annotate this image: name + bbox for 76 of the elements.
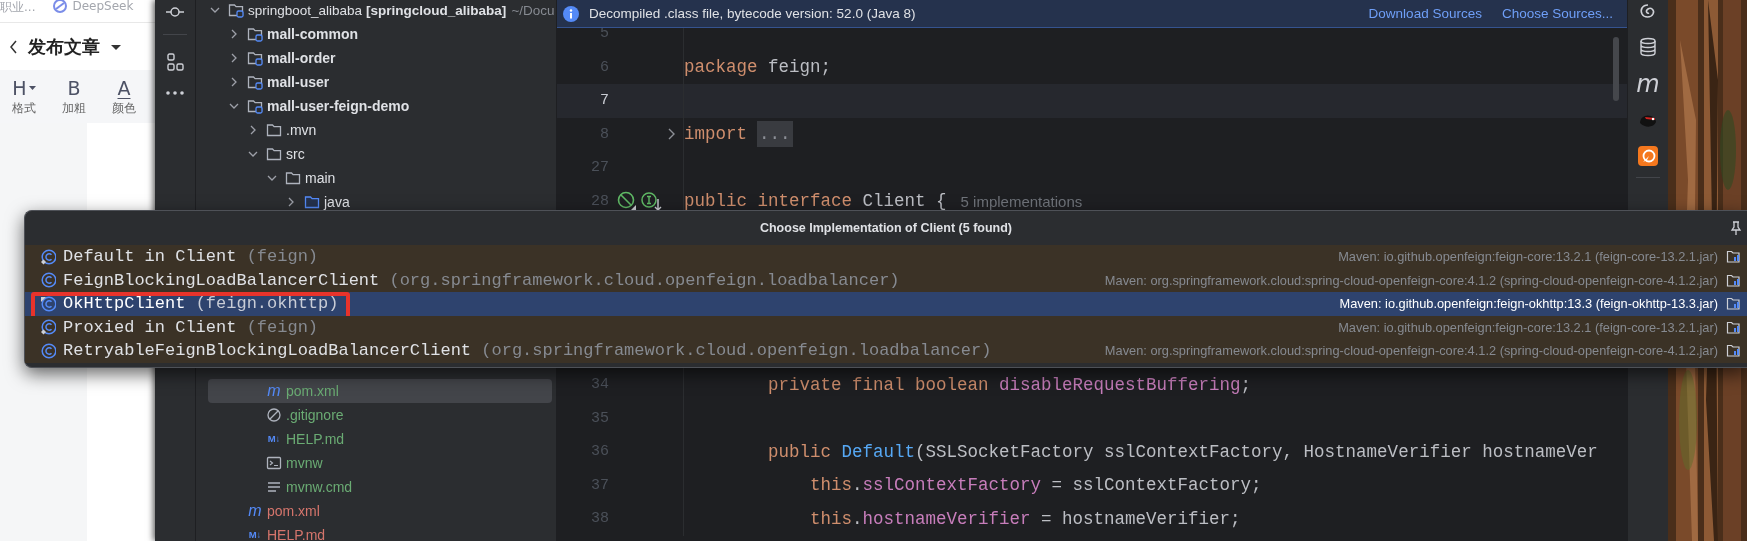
code-line: this.hostnameVerifier = hostnameVerifier; bbox=[809, 508, 1241, 529]
tree-item[interactable]: mvnw.cmd bbox=[208, 475, 552, 499]
more-icon[interactable] bbox=[165, 90, 185, 96]
tree-item[interactable]: m pom.xml bbox=[208, 499, 552, 523]
code-line: package feign; bbox=[684, 57, 832, 78]
tree-item[interactable]: src bbox=[208, 142, 552, 166]
page-title: 发布文章 bbox=[28, 34, 100, 59]
format-button[interactable]: B 加粗 bbox=[52, 70, 96, 123]
tree-item[interactable]: mvnw bbox=[208, 451, 552, 475]
caret-icon bbox=[28, 86, 36, 90]
structure-icon[interactable] bbox=[165, 53, 185, 72]
module-folder-icon bbox=[247, 50, 263, 66]
library-folder-icon[interactable] bbox=[1726, 249, 1741, 265]
tree-item[interactable]: m pom.xml bbox=[208, 379, 552, 403]
no-entry-icon[interactable] bbox=[617, 191, 637, 212]
file-type-icon: m bbox=[266, 383, 282, 399]
tree-item[interactable]: .gitignore bbox=[208, 403, 552, 427]
info-icon bbox=[563, 5, 579, 22]
library-folder-icon[interactable] bbox=[1726, 272, 1741, 288]
implementation-item[interactable]: FeignBlockingLoadBalancerClient (org.springframework.cloud.openfeign.loadbalancer) Maven: org.springframework.cloud:spring-cloud-openfeign-core:4.1.2 (spring-cloud-openfeign-core-4.1.2.jar) bbox=[25, 268, 1747, 292]
code-line: public interface Client { bbox=[684, 191, 947, 212]
module-folder-icon bbox=[247, 26, 263, 42]
module-folder-icon bbox=[247, 98, 263, 114]
class-icon bbox=[40, 342, 56, 359]
site-icon bbox=[53, 0, 68, 13]
line-number: 7 bbox=[599, 92, 609, 110]
banner-message: Decompiled .class file, bytecode version: 52.0 (Java 8) bbox=[589, 6, 917, 21]
tree-item[interactable]: M↓ HELP.md bbox=[208, 427, 552, 451]
format-button[interactable]: H 格式 bbox=[2, 70, 46, 123]
banner-link[interactable]: Download Sources bbox=[1368, 6, 1482, 21]
tree-item[interactable]: mall-user-feign-demo bbox=[208, 94, 552, 118]
text-lines-icon bbox=[266, 479, 282, 495]
popup-title: Choose Implementation of Client (5 found) bbox=[759, 221, 1013, 235]
class-icon bbox=[40, 319, 56, 336]
file-type-icon: M↓ bbox=[247, 527, 263, 541]
tree-item[interactable]: mall-user bbox=[208, 70, 552, 94]
folder-icon bbox=[266, 146, 282, 162]
implementation-item[interactable]: Proxied in Client (feign) Maven: io.github.openfeign:feign-core:13.2.1 (feign-core-13.2.1.jar) bbox=[25, 315, 1747, 339]
tree-item[interactable]: mall-order bbox=[208, 46, 552, 70]
class-icon bbox=[40, 272, 56, 289]
library-folder-icon[interactable] bbox=[1726, 319, 1741, 335]
tree-item[interactable]: M↓ HELP.md bbox=[208, 523, 552, 541]
tree-item[interactable]: java bbox=[208, 190, 552, 214]
app-launcher-icon[interactable] bbox=[1638, 146, 1658, 166]
pin-icon[interactable] bbox=[1729, 221, 1743, 236]
code-line: this.sslContextFactory = sslContextFactory; bbox=[809, 475, 1262, 496]
tool-window-button[interactable]: m bbox=[1636, 72, 1660, 96]
tree-item[interactable]: springboot_alibaba [springcloud_alibaba] ~/Docu bbox=[208, 0, 552, 22]
scrollbar[interactable] bbox=[1613, 37, 1619, 101]
database-icon[interactable] bbox=[1638, 37, 1658, 57]
slashed-circle-icon bbox=[266, 407, 282, 423]
implementation-item[interactable]: Default in Client (feign) Maven: io.github.openfeign:feign-core:13.2.1 (feign-core-13.2.1.jar) bbox=[25, 245, 1747, 269]
code-line: import ... bbox=[684, 124, 793, 145]
tree-item[interactable]: mall-common bbox=[208, 22, 552, 46]
class-icon bbox=[40, 295, 56, 312]
implementation-item[interactable]: OkHttpClient (feign.okhttp) Maven: io.github.openfeign:feign-okhttp:13.3 (feign-okhttp-13.3.jar) bbox=[25, 292, 1747, 316]
folder-icon bbox=[266, 122, 282, 138]
format-button[interactable]: A 颜色 bbox=[102, 70, 146, 123]
file-type-icon: M↓ bbox=[266, 431, 282, 447]
implementation-item[interactable]: RetryableFeignBlockingLoadBalancerClient (org.springframework.cloud.openfeign.loadbalancer) Maven: org.springframework.cloud:spring-cloud-openfeign-core:4.1.2 (spring-cloud-openfeign-core-4.1.2.jar) bbox=[25, 339, 1747, 363]
class-icon bbox=[40, 248, 56, 265]
back-icon[interactable] bbox=[8, 38, 18, 55]
terminal-icon bbox=[266, 455, 282, 471]
tree-item[interactable]: .mvn bbox=[208, 118, 552, 142]
banner-link[interactable]: Choose Sources... bbox=[1501, 6, 1613, 21]
implemented-icon[interactable] bbox=[641, 191, 662, 212]
module-folder-icon bbox=[247, 74, 263, 90]
folder-icon bbox=[285, 170, 301, 186]
inlay-hint: 5 implementations bbox=[960, 192, 1083, 210]
file-type-icon: m bbox=[247, 503, 263, 519]
code-line: public Default(SSLSocketFactory sslContextFactory, HostnameVerifier hostnameVer bbox=[767, 441, 1598, 462]
library-folder-icon[interactable] bbox=[1726, 296, 1741, 312]
caret-icon[interactable] bbox=[110, 42, 122, 51]
code-line: private final boolean disableRequestBuffering; bbox=[767, 374, 1252, 395]
library-folder-icon[interactable] bbox=[1726, 343, 1741, 359]
tree-item[interactable]: main bbox=[208, 166, 552, 190]
